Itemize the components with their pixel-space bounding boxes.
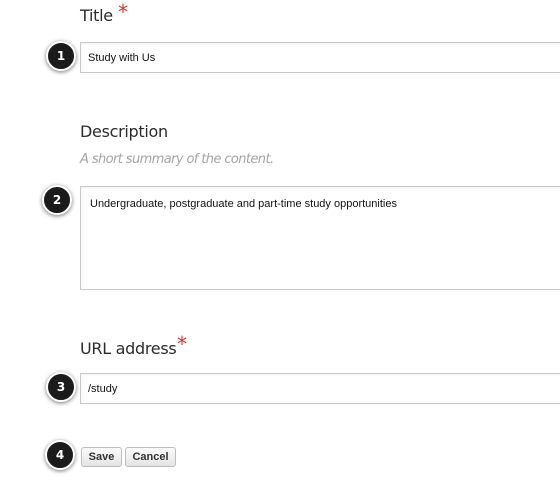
title-label: Title (80, 6, 113, 25)
step-marker-3: 3 (46, 372, 76, 402)
step-marker-4: 4 (45, 440, 75, 470)
url-input[interactable] (80, 373, 560, 404)
url-label: URL address (80, 339, 177, 358)
url-required-mark: * (177, 332, 187, 356)
description-textarea[interactable]: Undergraduate, postgraduate and part-tim… (80, 186, 560, 290)
step-marker-1: 1 (46, 41, 76, 71)
save-button[interactable]: Save (81, 447, 122, 467)
description-label: Description (80, 122, 168, 141)
cancel-button[interactable]: Cancel (125, 447, 176, 467)
title-required-mark: * (118, 0, 128, 24)
step-marker-2: 2 (42, 185, 72, 215)
title-input[interactable] (80, 42, 560, 73)
description-hint: A short summary of the content. (80, 152, 274, 167)
